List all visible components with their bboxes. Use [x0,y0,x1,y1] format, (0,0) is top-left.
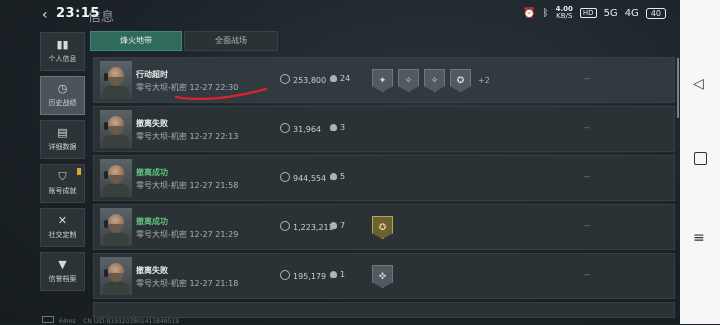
sidebar-item-label: 社交定制 [48,231,77,239]
sidebar-item-4[interactable]: ✕ 社交定制 [40,208,85,247]
back-chevron-icon[interactable]: ‹ [42,7,48,23]
hd-badge: HD [579,8,597,18]
clock-time: 23:15 [56,6,100,21]
coin-icon [280,270,290,280]
kill-count: 1 [330,270,345,279]
coin-value: 31,964 [280,123,321,134]
match-row[interactable]: 撤离成功 零号大坝-机密 12-27 21:58 944,554 5 -- [93,155,675,201]
skull-icon [330,124,337,131]
extra-value: -- [584,74,590,83]
medal-list: ✜ [372,265,393,288]
match-row[interactable]: 撤离成功 零号大坝-机密 12-27 21:29 1,223,212 7 ✪ -… [93,204,675,250]
coin-icon [280,172,290,182]
scrollbar[interactable] [677,58,679,118]
coin-value: 195,179 [280,270,326,281]
map-and-time: 零号大坝-机密 12-27 21:18 [136,279,239,288]
nav-back-icon[interactable]: ◁ [693,76,704,92]
match-row-partial[interactable] [93,302,675,318]
clock-icon: ◷ [57,82,68,95]
more-badges-count: +2 [478,76,490,85]
match-result: 行动超时 [136,70,168,79]
cards-icon: ▤ [57,126,68,139]
operator-avatar [100,61,132,99]
skull-icon [330,271,337,278]
medal-badge-icon: ✜ [372,265,393,288]
android-nav-bar: ◁ ≡ [680,0,720,324]
operator-avatar [100,208,132,246]
extra-value: -- [584,123,590,132]
nav-menu-icon[interactable]: ≡ [693,230,705,246]
coin-icon [280,123,290,133]
sidebar-item-2[interactable]: ▤ 详细数据 [40,120,85,159]
shield-icon: ⛉ [58,170,67,183]
match-result: 撤离失败 [136,266,168,275]
medal-list: ✪ [372,216,393,239]
medal-list: ✦ ✧ ✧ ✪ +2 [372,69,490,92]
map-and-time: 零号大坝-机密 12-27 21:58 [136,181,239,190]
extra-value: -- [584,270,590,279]
operator-avatar [100,110,132,148]
medal-badge-icon: ✦ [372,69,393,92]
sidebar-item-label: 信誉档案 [48,275,77,283]
red-underline-annotation [174,87,268,101]
tab-full-battlefield[interactable]: 全面战场 [184,31,278,51]
skull-icon [330,222,337,229]
nav-home-icon[interactable] [694,152,707,165]
match-row[interactable]: 撤离失败 零号大坝-机密 12-27 21:18 195,179 1 ✜ -- [93,253,675,299]
medal-badge-icon: ✪ [372,216,393,239]
bluetooth-icon: ᛒ [542,7,549,19]
match-result: 撤离成功 [136,168,168,177]
operator-avatar [100,159,132,197]
coin-value: 1,223,212 [280,221,334,232]
alarm-icon: ⏰ [523,7,536,19]
coin-icon [280,221,290,231]
skull-icon [330,173,337,180]
match-row[interactable]: 撤离失败 零号大坝-机密 12-27 22:13 31,964 3 -- [93,106,675,152]
sidebar-item-label: 历史战绩 [48,99,77,107]
status-icons: ⏰ ᛒ 4.00 KB/S HD 5G 4G 40 [523,6,666,20]
network-speed: 4.00 KB/S [555,5,573,20]
medal-badge-icon: ✪ [450,69,471,92]
sidebar-item-0[interactable]: ▮▮ 个人信息 [40,32,85,71]
sidebar-item-label: 个人信息 [48,55,77,63]
tools-icon: ✕ [57,214,68,227]
tab-beacon-zone[interactable]: 烽火地带 [90,31,182,51]
coin-icon [280,74,290,84]
skull-icon [330,75,337,82]
emblem-icon: ▼ [58,258,67,271]
operator-avatar [100,257,132,295]
sidebar-item-label: 详细数据 [48,143,77,151]
status-bar: ‹ 信息 23:15 ⏰ ᛒ 4.00 KB/S HD 5G 4G 40 [0,0,680,28]
kill-count: 5 [330,172,345,181]
kill-count: 24 [330,74,350,83]
map-and-time: 零号大坝-机密 12-27 21:29 [136,230,239,239]
coin-value: 253,800 [280,74,326,85]
extra-value: -- [584,221,590,230]
device-battery-icon [42,316,54,323]
match-result: 撤离失败 [136,119,168,128]
sidebar-item-3[interactable]: ⛉ 账号成就 [40,164,85,203]
medal-badge-icon: ✧ [424,69,445,92]
sidebar-item-5[interactable]: ▼ 信誉档案 [40,252,85,291]
signal-4g-icon: 4G [624,7,639,19]
mode-tabs: 烽火地带 全面战场 [90,31,278,51]
side-nav: ▮▮ 个人信息 ◷ 历史战绩 ▤ 详细数据 ⛉ 账号成就 ✕ 社交定制 ▼ 信誉档案 [40,32,85,296]
sidebar-item-label: 账号成就 [48,187,77,195]
signal-5g-icon: 5G [603,7,618,19]
kill-count: 7 [330,221,345,230]
sidebar-item-1[interactable]: ◷ 历史战绩 [40,76,85,115]
medal-badge-icon: ✧ [398,69,419,92]
coin-value: 944,554 [280,172,326,183]
extra-value: -- [584,172,590,181]
match-result: 撤离成功 [136,217,168,226]
battery-icon: 40 [645,7,666,19]
kill-count: 3 [330,123,345,132]
notification-badge [77,168,81,175]
map-and-time: 零号大坝-机密 12-27 22:13 [136,132,239,141]
bar-chart-icon: ▮▮ [56,38,69,51]
